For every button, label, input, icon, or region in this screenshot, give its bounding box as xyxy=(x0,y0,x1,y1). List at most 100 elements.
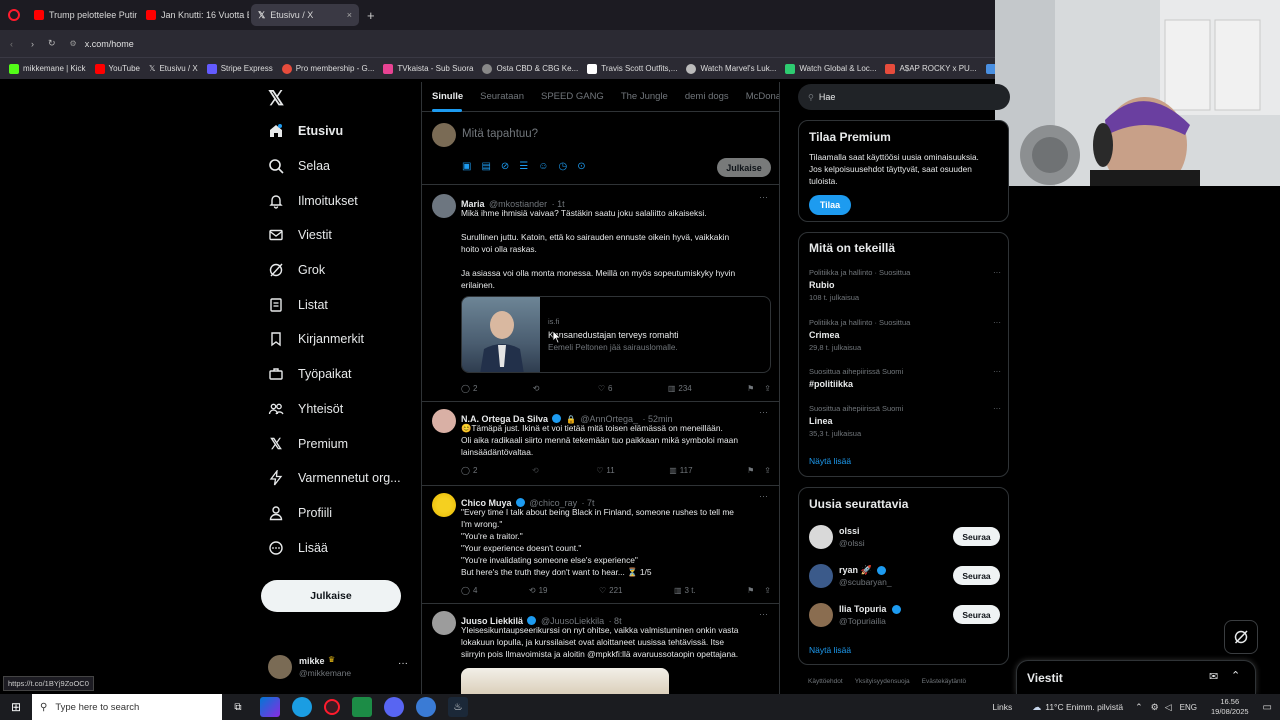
tweet[interactable]: Chico Muya @chico_ray · 7t ··· "Every ti… xyxy=(422,486,779,604)
compose-input[interactable]: Mitä tapahtuu? xyxy=(462,128,538,140)
bookmark-item[interactable]: Watch Global & Loc... xyxy=(785,63,876,74)
volume-icon[interactable]: ◁ xyxy=(1165,702,1172,713)
trend-item[interactable]: Politiikka ja hallinto · Suosittua Crime… xyxy=(809,318,1001,352)
more-icon[interactable]: ··· xyxy=(993,404,1001,413)
more-icon[interactable]: ··· xyxy=(759,407,768,417)
trend-item[interactable]: Politiikka ja hallinto · Suosittua Rubio… xyxy=(809,268,1001,302)
like-button[interactable]: ♡ 11 xyxy=(596,466,614,475)
nav-lists[interactable]: Listat xyxy=(258,287,418,322)
reload-icon[interactable]: ↻ xyxy=(48,38,56,49)
nav-verified-orgs[interactable]: Varmennetut org... xyxy=(258,461,418,496)
search-input[interactable]: Hae xyxy=(819,92,836,102)
nav-bookmarks[interactable]: Kirjanmerkit xyxy=(258,322,418,357)
bookmark-item[interactable]: Stripe Express xyxy=(206,63,273,74)
repost-button[interactable]: ⟲ xyxy=(532,466,542,475)
nav-premium[interactable]: 𝕏 Premium xyxy=(258,426,418,461)
tweet[interactable]: N.A. Ortega Da Silva 🔒 @AnnOrtega_ · 52m… xyxy=(422,402,779,486)
discord-icon[interactable] xyxy=(384,697,404,717)
opera-icon[interactable] xyxy=(324,699,340,715)
trends-show-more[interactable]: Näytä lisää xyxy=(809,456,851,466)
more-icon[interactable]: ··· xyxy=(759,192,768,202)
steam-icon[interactable]: ♨ xyxy=(448,697,468,717)
like-button[interactable]: ♡ 221 xyxy=(599,586,623,595)
windows-start-icon[interactable]: ⊞ xyxy=(6,697,26,717)
bookmark-item[interactable]: 𝕏 Etusivu / X xyxy=(149,64,198,73)
views-button[interactable]: ▥ 117 xyxy=(669,466,692,475)
tab-the-jungle[interactable]: The Jungle xyxy=(621,91,668,102)
nav-notifications[interactable]: Ilmoitukset xyxy=(258,183,418,218)
follow-show-more[interactable]: Näytä lisää xyxy=(809,645,851,655)
bookmark-item[interactable]: de xyxy=(985,63,995,74)
follow-suggestion[interactable]: ryan 🚀 @scubaryan_ Seuraa xyxy=(799,563,1010,597)
new-tab-button[interactable]: + xyxy=(367,8,375,23)
edge-icon[interactable] xyxy=(292,697,312,717)
messages-drawer[interactable]: Viestit ✉ ⌃ xyxy=(1016,660,1256,694)
app-green-icon[interactable] xyxy=(352,697,372,717)
bookmark-item[interactable]: TVkaista - Sub Suora xyxy=(383,63,473,74)
bookmark-icon[interactable]: ⚑ xyxy=(747,384,754,393)
follow-button[interactable]: Seuraa xyxy=(953,605,1000,624)
browser-tab-3[interactable]: 𝕏 Etusivu / X × xyxy=(251,4,359,26)
new-message-icon[interactable]: ✉ xyxy=(1209,670,1218,683)
bookmark-icon[interactable]: ⚑ xyxy=(747,586,754,595)
post-button[interactable]: Julkaise xyxy=(261,580,401,612)
gif-icon[interactable]: ▤ xyxy=(481,161,490,172)
notification-icon[interactable]: ▭ xyxy=(1263,702,1272,713)
nav-profile[interactable]: Profiili xyxy=(258,496,418,531)
back-icon[interactable]: ‹ xyxy=(10,39,13,49)
link-card[interactable]: is.fi Kansanedustajan terveys romahti Ee… xyxy=(461,296,771,373)
reply-button[interactable]: ◯ 2 xyxy=(461,466,477,475)
footer-privacy[interactable]: Yksityisyydensuoja xyxy=(855,678,910,685)
bookmark-item[interactable]: Watch Marvel's Luk... xyxy=(686,63,776,74)
taskbar-search-input[interactable]: Type here to search xyxy=(55,702,139,713)
more-icon[interactable]: ··· xyxy=(993,318,1001,327)
subscribe-button[interactable]: Tilaa xyxy=(809,195,851,215)
x-logo-icon[interactable]: 𝕏 xyxy=(258,82,418,114)
tab-mcdonal[interactable]: McDonal xyxy=(746,91,779,102)
poll-icon[interactable]: ☰ xyxy=(519,161,528,172)
more-icon[interactable]: ··· xyxy=(759,491,768,501)
nav-home[interactable]: Etusivu xyxy=(258,114,418,149)
schedule-icon[interactable]: ◷ xyxy=(558,161,567,172)
browser-tab-1[interactable]: Trump pelottelee Putinia | xyxy=(27,4,137,26)
tab-demi-dogs[interactable]: demi dogs xyxy=(685,91,729,102)
opera-logo-icon[interactable] xyxy=(8,9,20,21)
like-button[interactable]: ♡ 6 xyxy=(598,384,613,393)
grok-icon[interactable]: ⊘ xyxy=(501,161,509,172)
taskbar-search[interactable]: ⚲ Type here to search xyxy=(32,694,222,720)
follow-button[interactable]: Seuraa xyxy=(953,527,1000,546)
reply-button[interactable]: ◯ 4 xyxy=(461,586,477,595)
follow-suggestion[interactable]: Ilia Topuria @Topuriailia Seuraa xyxy=(799,602,1010,636)
url-field[interactable]: x.com/home xyxy=(85,39,134,49)
bookmark-item[interactable]: Pro membership - G... xyxy=(281,63,374,74)
tab-following[interactable]: Seurataan xyxy=(480,91,524,102)
more-icon[interactable]: ··· xyxy=(993,367,1001,376)
more-icon[interactable]: ··· xyxy=(993,268,1001,277)
trend-item[interactable]: Suosittua aihepiirissä Suomi Linea 35,3 … xyxy=(809,404,1001,438)
tweet[interactable]: Maria @mkostiander · 1t ··· Mikä ihme ih… xyxy=(422,185,779,402)
widget-app-icon[interactable] xyxy=(260,697,280,717)
repost-button[interactable]: ⟲ xyxy=(533,384,543,393)
forward-icon[interactable]: › xyxy=(31,39,34,49)
search-box[interactable]: ⚲ Hae xyxy=(798,84,1010,110)
chevron-up-icon[interactable]: ⌃ xyxy=(1231,669,1240,682)
bookmark-item[interactable]: YouTube xyxy=(94,63,140,74)
nav-messages[interactable]: Viestit xyxy=(258,218,418,253)
clock[interactable]: 16.56 19/08/2025 xyxy=(1211,697,1249,717)
close-icon[interactable]: × xyxy=(347,10,352,20)
follow-suggestion[interactable]: olssi @olssi Seuraa xyxy=(799,524,1010,558)
reply-button[interactable]: ◯ 2 xyxy=(461,384,477,393)
views-button[interactable]: ▥ 3 t. xyxy=(674,586,696,595)
browser-tab-2[interactable]: Jan Knutti: 16 Vuotta Erikoisjo xyxy=(139,4,249,26)
share-icon[interactable]: ⇪ xyxy=(764,466,771,475)
trend-item[interactable]: Suosittua aihepiirissä Suomi #politiikka… xyxy=(809,367,1001,389)
taskbar-links[interactable]: Links xyxy=(992,702,1012,712)
bookmark-item[interactable]: A$AP ROCKY x PU... xyxy=(885,63,977,74)
language-indicator[interactable]: ENG xyxy=(1180,703,1197,712)
more-icon[interactable]: ··· xyxy=(759,609,768,619)
nav-explore[interactable]: Selaa xyxy=(258,149,418,184)
image-icon[interactable]: ▣ xyxy=(462,161,471,172)
nav-grok[interactable]: Grok xyxy=(258,253,418,288)
footer-terms[interactable]: Käyttöehdot xyxy=(808,678,843,685)
location-icon[interactable]: ⊙ xyxy=(577,161,585,172)
